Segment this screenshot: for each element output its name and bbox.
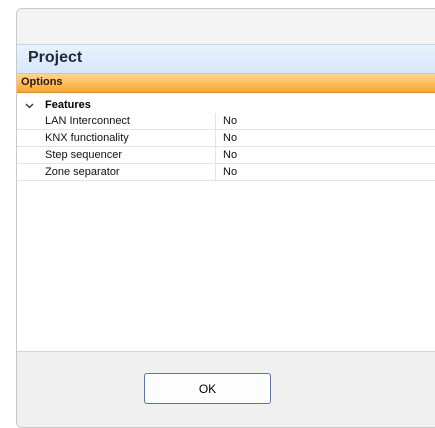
chevron-down-icon[interactable]: [25, 101, 34, 110]
property-row-lan-interconnect[interactable]: LAN Interconnect No: [17, 113, 435, 130]
property-grid: Features LAN Interconnect No KNX functio…: [17, 93, 435, 351]
property-name: Step sequencer: [45, 149, 123, 161]
property-row-knx-functionality[interactable]: KNX functionality No: [17, 130, 435, 147]
property-row-step-sequencer[interactable]: Step sequencer No: [17, 147, 435, 164]
property-value[interactable]: No: [223, 149, 237, 161]
property-name: LAN Interconnect: [45, 115, 130, 127]
dialog-header: Project: [17, 44, 435, 74]
property-value[interactable]: No: [223, 166, 237, 178]
category-label: Features: [45, 99, 91, 111]
dialog-titlebar[interactable]: [17, 9, 435, 43]
property-value[interactable]: No: [223, 115, 237, 127]
ok-button[interactable]: OK: [144, 373, 271, 404]
property-value[interactable]: No: [223, 132, 237, 144]
property-name: KNX functionality: [45, 132, 129, 144]
options-section-bar: Options: [17, 74, 435, 93]
category-features[interactable]: Features: [17, 99, 435, 113]
dialog-footer: OK: [17, 351, 435, 427]
property-row-zone-separator[interactable]: Zone separator No: [17, 164, 435, 181]
property-name: Zone separator: [45, 166, 120, 178]
dialog-title: Project: [28, 49, 83, 66]
options-label: Options: [21, 76, 63, 88]
project-dialog: Project Options Features LAN Interconnec…: [16, 8, 435, 428]
